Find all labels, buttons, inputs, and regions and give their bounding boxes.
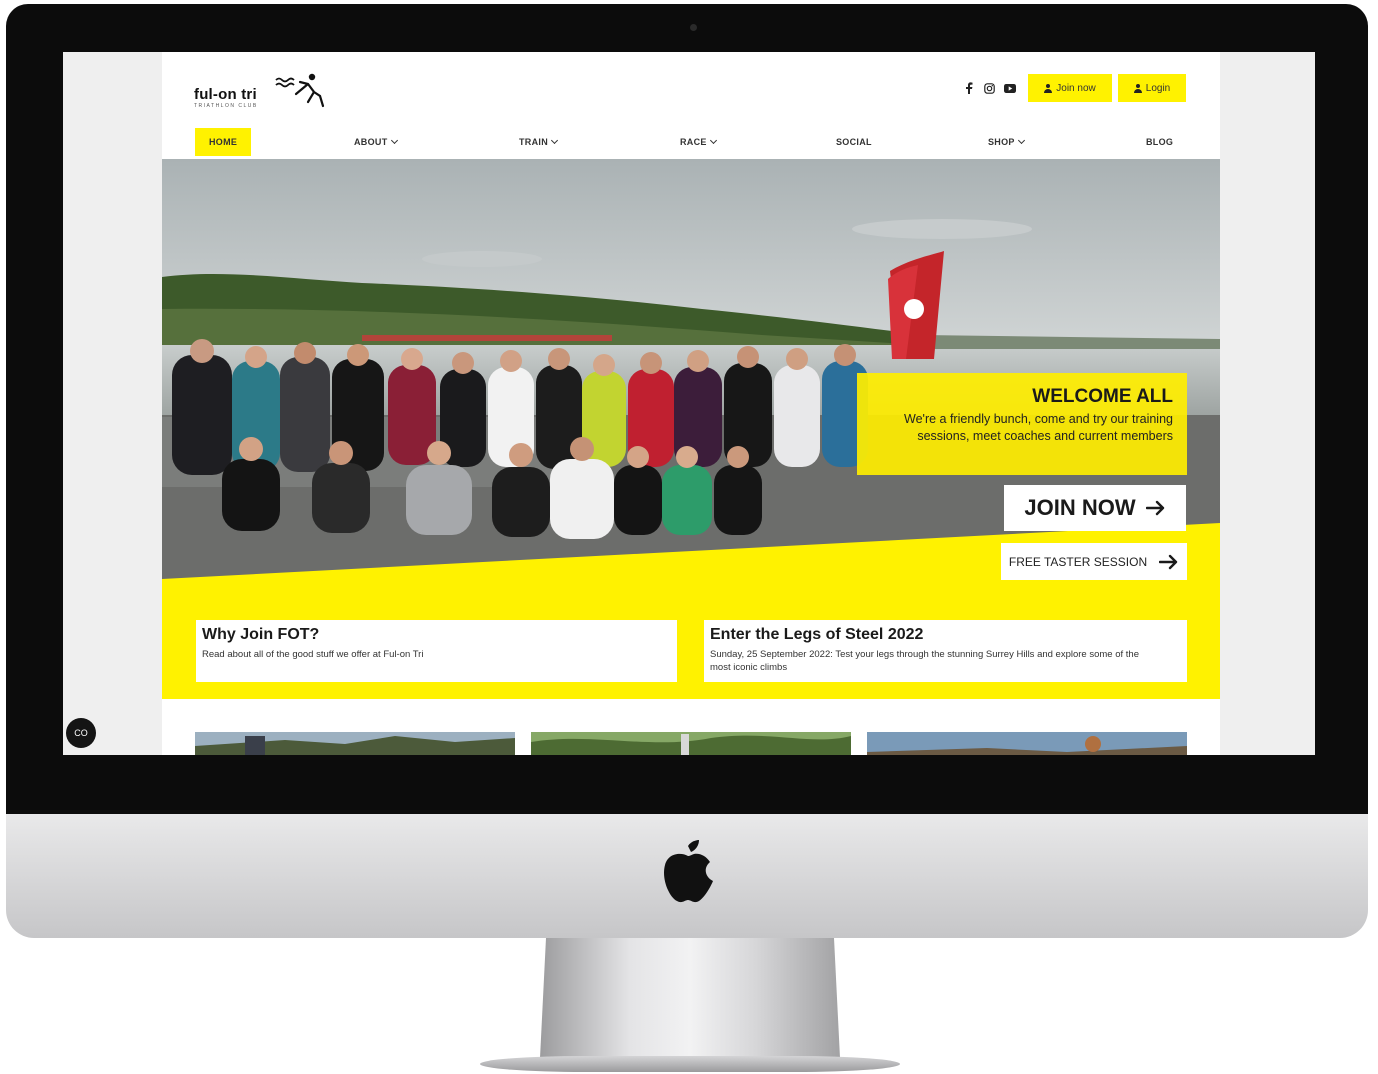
triathlete-logo-icon	[275, 73, 325, 108]
thumbnail-1-image	[195, 732, 515, 755]
nav-race[interactable]: RACE	[680, 128, 717, 156]
thumbnail-2-image	[531, 732, 851, 755]
legs-of-steel-text: Sunday, 25 September 2022: Test your leg…	[710, 649, 1139, 673]
nav-race-label: RACE	[680, 137, 707, 147]
welcome-panel: WELCOME ALL We're a friendly bunch, come…	[857, 373, 1187, 475]
youtube-icon[interactable]	[1004, 82, 1016, 94]
free-taster-button[interactable]: FREE TASTER SESSION	[1001, 543, 1187, 580]
chevron-down-icon	[390, 136, 398, 145]
legs-of-steel-title: Enter the Legs of Steel 2022	[710, 626, 924, 643]
chevron-down-icon	[1017, 136, 1025, 145]
user-icon	[1044, 83, 1053, 93]
join-now-cta-button[interactable]: JOIN NOW	[1004, 485, 1186, 531]
apple-logo-icon	[664, 840, 713, 903]
monitor-stand	[540, 938, 840, 1058]
welcome-text: We're a friendly bunch, come and try our…	[904, 412, 1173, 443]
nav-shop[interactable]: SHOP	[988, 128, 1025, 156]
why-join-title: Why Join FOT?	[202, 626, 320, 643]
thumbnail-1[interactable]	[195, 732, 515, 755]
join-now-header-button[interactable]: Join now	[1028, 74, 1112, 102]
facebook-icon[interactable]	[963, 82, 975, 94]
chevron-down-icon	[550, 136, 559, 145]
welcome-title: WELCOME ALL	[1032, 386, 1173, 407]
nav-blog[interactable]: BLOG	[1146, 128, 1173, 156]
chevron-down-icon	[709, 136, 717, 145]
join-now-cta-label: JOIN NOW	[1024, 495, 1136, 520]
user-icon	[1133, 83, 1142, 93]
chat-widget-label: CO	[74, 728, 88, 738]
logo-text: ful-on tri	[194, 86, 257, 103]
nav-train[interactable]: TRAIN	[519, 128, 559, 156]
thumbnail-3-image	[867, 732, 1187, 755]
camera-dot	[690, 24, 697, 31]
nav-home-label: HOME	[209, 137, 238, 147]
instagram-icon[interactable]	[983, 82, 995, 94]
login-button[interactable]: Login	[1118, 74, 1186, 102]
nav-social[interactable]: SOCIAL	[836, 128, 872, 156]
nav-train-label: TRAIN	[519, 137, 548, 147]
thumbnail-2[interactable]	[531, 732, 851, 755]
arrow-right-icon	[1159, 554, 1178, 569]
nav-shop-label: SHOP	[988, 137, 1015, 147]
monitor-stand-base	[480, 1056, 900, 1072]
website-page: ful-on tri TRIATHLON CLUB Join now Login…	[162, 52, 1220, 755]
legs-of-steel-card[interactable]: Enter the Legs of Steel 2022 Sunday, 25 …	[704, 620, 1187, 682]
site-logo[interactable]: ful-on tri TRIATHLON CLUB	[192, 72, 325, 112]
nav-home[interactable]: HOME	[195, 128, 252, 156]
nav-about-label: ABOUT	[354, 137, 388, 147]
nav-blog-label: BLOG	[1146, 137, 1174, 147]
arrow-right-icon	[1145, 500, 1164, 516]
logo-subtitle: TRIATHLON CLUB	[194, 103, 258, 109]
nav-social-label: SOCIAL	[836, 137, 872, 147]
why-join-text: Read about all of the good stuff we offe…	[202, 649, 424, 660]
hero-section: WELCOME ALL We're a friendly bunch, come…	[162, 159, 1220, 699]
login-label: Login	[1145, 82, 1171, 94]
free-taster-label: FREE TASTER SESSION	[1008, 554, 1148, 569]
chat-widget-button[interactable]: CO	[66, 718, 96, 748]
nav-about[interactable]: ABOUT	[354, 128, 398, 156]
join-now-label: Join now	[1056, 82, 1096, 94]
screen: ful-on tri TRIATHLON CLUB Join now Login…	[63, 52, 1315, 755]
thumbnail-3[interactable]	[867, 732, 1187, 755]
why-join-card[interactable]: Why Join FOT? Read about all of the good…	[196, 620, 677, 682]
